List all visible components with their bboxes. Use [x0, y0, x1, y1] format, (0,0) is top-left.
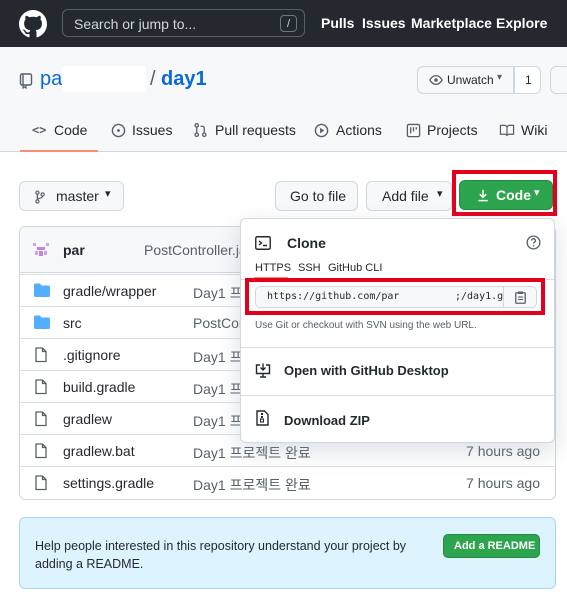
tab-wiki[interactable]: Wiki: [521, 122, 547, 138]
file-name[interactable]: gradlew: [63, 411, 112, 427]
branch-icon: [35, 190, 45, 204]
redaction-block: [62, 66, 146, 92]
file-icon: [35, 379, 47, 395]
file-commit-message[interactable]: Day1 프: [193, 347, 242, 367]
add-file-button[interactable]: Add file ▾: [366, 181, 452, 211]
clone-title: Clone: [287, 235, 326, 251]
nav-explore[interactable]: Explore: [496, 15, 547, 31]
readme-prompt-text: Help people interested in this repositor…: [35, 539, 407, 571]
eye-icon: [429, 74, 443, 86]
chevron-down-icon: ▾: [105, 188, 111, 200]
active-tab-indicator: [20, 150, 98, 152]
repo-name-link[interactable]: day1: [161, 68, 207, 91]
chevron-down-icon: ▾: [497, 72, 503, 83]
file-name[interactable]: src: [63, 315, 82, 331]
file-commit-time: 7 hours ago: [466, 443, 540, 459]
file-commit-message[interactable]: Day1 프: [193, 283, 242, 303]
file-icon: [35, 475, 47, 491]
add-readme-button[interactable]: Add a README: [443, 534, 540, 558]
search-input[interactable]: Search or jump to... /: [62, 9, 305, 37]
tab-https[interactable]: HTTPS: [255, 262, 291, 274]
file-commit-message[interactable]: Day1 프로젝트 완료: [193, 443, 311, 463]
file-name[interactable]: gradlew.bat: [63, 443, 135, 459]
add-readme-label: Add a README: [454, 540, 536, 552]
github-logo-icon[interactable]: [19, 10, 47, 38]
open-github-desktop-item[interactable]: Open with GitHub Desktop: [241, 348, 554, 394]
branch-selector[interactable]: master ▾: [19, 181, 124, 211]
tab-actions[interactable]: Actions: [336, 122, 382, 138]
pull-request-icon: [194, 122, 207, 138]
project-icon: [406, 123, 421, 138]
issue-icon: [111, 123, 126, 138]
terminal-icon: [255, 236, 271, 250]
file-commit-message[interactable]: PostCon: [193, 315, 247, 331]
readme-banner: Help people interested in this repositor…: [19, 517, 556, 589]
download-zip-label: Download ZIP: [284, 413, 370, 428]
play-icon: [314, 123, 329, 138]
book-icon: [499, 124, 515, 137]
highlight-code-button: [452, 170, 557, 216]
code-icon: <>: [32, 123, 47, 137]
go-to-file-button[interactable]: Go to file: [275, 181, 358, 211]
file-name[interactable]: build.gradle: [63, 379, 135, 395]
file-commit-time: 7 hours ago: [466, 475, 540, 491]
search-shortcut-key: /: [280, 15, 297, 32]
tab-code[interactable]: Code: [54, 122, 87, 138]
repository-header: par / day1 Unwatch ▾ 1 <> Code Issues Pu…: [0, 47, 567, 152]
folder-icon: [34, 315, 50, 329]
unwatch-label: Unwatch: [447, 73, 494, 87]
global-header: Search or jump to... / Pulls Issues Mark…: [0, 0, 567, 47]
chevron-down-icon: ▾: [437, 188, 443, 200]
repo-path-separator: /: [150, 68, 156, 90]
file-zip-icon: [256, 410, 269, 426]
open-github-desktop-label: Open with GitHub Desktop: [284, 363, 449, 378]
watch-count-value: 1: [525, 73, 532, 87]
file-icon: [35, 347, 47, 363]
file-commit-message[interactable]: Day1 프: [193, 411, 242, 431]
tab-projects[interactable]: Projects: [427, 122, 478, 138]
tab-pull-requests[interactable]: Pull requests: [215, 122, 296, 138]
nav-marketplace[interactable]: Marketplace: [411, 15, 492, 31]
commit-author[interactable]: par: [63, 242, 85, 258]
file-name[interactable]: settings.gradle: [63, 475, 154, 491]
tab-github-cli[interactable]: GitHub CLI: [328, 262, 382, 274]
file-name[interactable]: .gitignore: [63, 347, 121, 363]
tab-ssh[interactable]: SSH: [298, 262, 321, 274]
nav-issues[interactable]: Issues: [362, 15, 406, 31]
go-to-file-label: Go to file: [290, 188, 347, 204]
search-placeholder: Search or jump to...: [74, 16, 197, 32]
file-commit-message[interactable]: Day1 프: [193, 379, 242, 399]
star-button[interactable]: [550, 66, 567, 94]
watch-count[interactable]: 1: [514, 66, 541, 94]
add-file-label: Add file: [382, 188, 429, 204]
desktop-download-icon: [255, 363, 271, 378]
avatar[interactable]: [32, 242, 50, 258]
clone-hint: Use Git or checkout with SVN using the w…: [255, 320, 477, 331]
repo-icon: [19, 73, 33, 89]
file-commit-message[interactable]: Day1 프로젝트 완료: [193, 475, 311, 495]
highlight-clone-url: [245, 278, 545, 315]
folder-icon: [34, 283, 50, 297]
table-row[interactable]: settings.gradle Day1 프로젝트 완료 7 hours ago: [20, 466, 555, 498]
file-icon: [35, 411, 47, 427]
tab-issues[interactable]: Issues: [132, 122, 172, 138]
branch-name: master: [56, 188, 99, 204]
file-icon: [35, 443, 47, 459]
nav-pulls[interactable]: Pulls: [321, 15, 354, 31]
unwatch-button[interactable]: Unwatch ▾: [417, 66, 514, 94]
file-name[interactable]: gradle/wrapper: [63, 283, 156, 299]
question-icon[interactable]: [526, 235, 541, 250]
clone-dropdown: Clone HTTPS SSH GitHub CLI https://githu…: [240, 218, 555, 443]
download-zip-item[interactable]: Download ZIP: [241, 396, 554, 442]
